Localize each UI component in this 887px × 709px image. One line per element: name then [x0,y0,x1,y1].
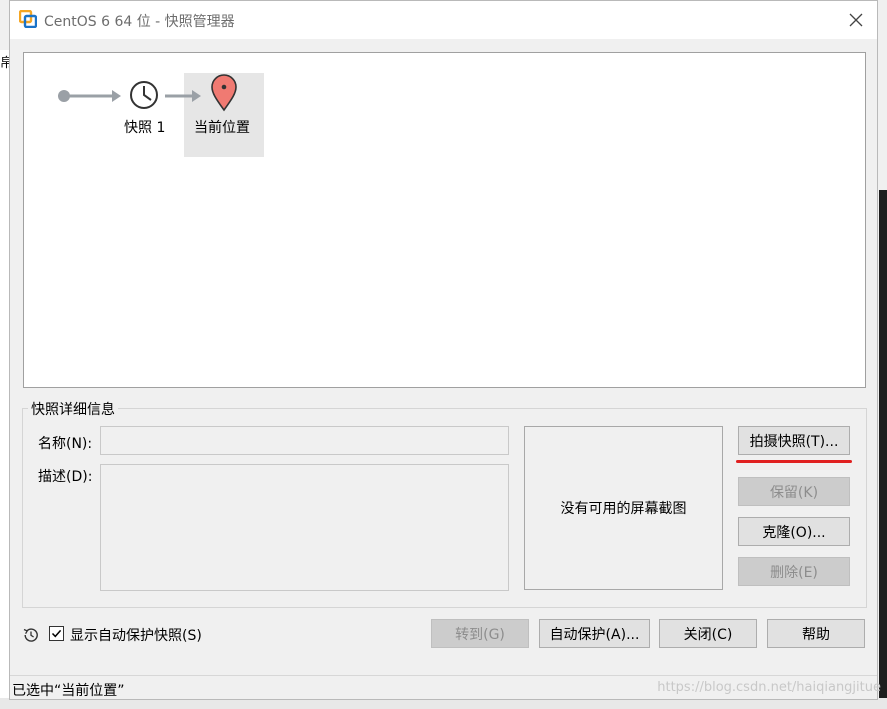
status-text: 已选中“当前位置” [12,683,125,699]
close-button[interactable]: 关闭(C) [659,619,757,648]
background-right-panel [879,190,887,709]
snapshot-1-label[interactable]: 快照 1 [124,117,165,137]
screenshot-preview: 没有可用的屏幕截图 [524,426,723,590]
autoprotect-button[interactable]: 自动保护(A)... [539,619,650,648]
name-label: 名称(N): [38,436,93,452]
window-title: CentOS 6 64 位 - 快照管理器 [44,14,235,30]
clone-button[interactable]: 克隆(O)... [738,517,850,546]
show-autoprotect-label[interactable]: 显示自动保护快照(S) [70,625,202,645]
name-field[interactable] [100,426,509,455]
description-label: 描述(D): [38,469,93,485]
history-icon [23,628,38,642]
snapshot-manager-dialog: CentOS 6 64 位 - 快照管理器 快照 1 当前位置 快照详细信息 名… [9,0,878,700]
checkmark-icon [51,629,62,638]
description-field[interactable] [100,464,509,591]
delete-button[interactable]: 删除(E) [738,557,850,586]
close-icon[interactable] [843,7,869,33]
red-underline-annotation [736,460,852,463]
statusbar-separator [10,675,877,676]
current-position-label[interactable]: 当前位置 [194,117,250,137]
show-autoprotect-checkbox[interactable] [49,626,64,641]
help-button[interactable]: 帮助 [767,619,865,648]
vmware-app-icon [19,10,37,28]
snapshot-details-title: 快照详细信息 [28,399,118,419]
no-screenshot-text: 没有可用的屏幕截图 [560,501,687,517]
take-snapshot-button[interactable]: 拍摄快照(T)... [738,426,850,455]
watermark: https://blog.csdn.net/haiqiangjitue [657,680,881,695]
snapshot-tree[interactable]: 快照 1 当前位置 [23,52,866,388]
arrow-head-2-icon [192,90,201,102]
title-bar: CentOS 6 64 位 - 快照管理器 [10,1,877,39]
arrow-head-1-icon [112,90,121,102]
goto-button[interactable]: 转到(G) [431,619,529,648]
snapshot-tree-graph [58,74,237,112]
location-pin-icon [211,74,237,112]
keep-button[interactable]: 保留(K) [738,477,850,506]
